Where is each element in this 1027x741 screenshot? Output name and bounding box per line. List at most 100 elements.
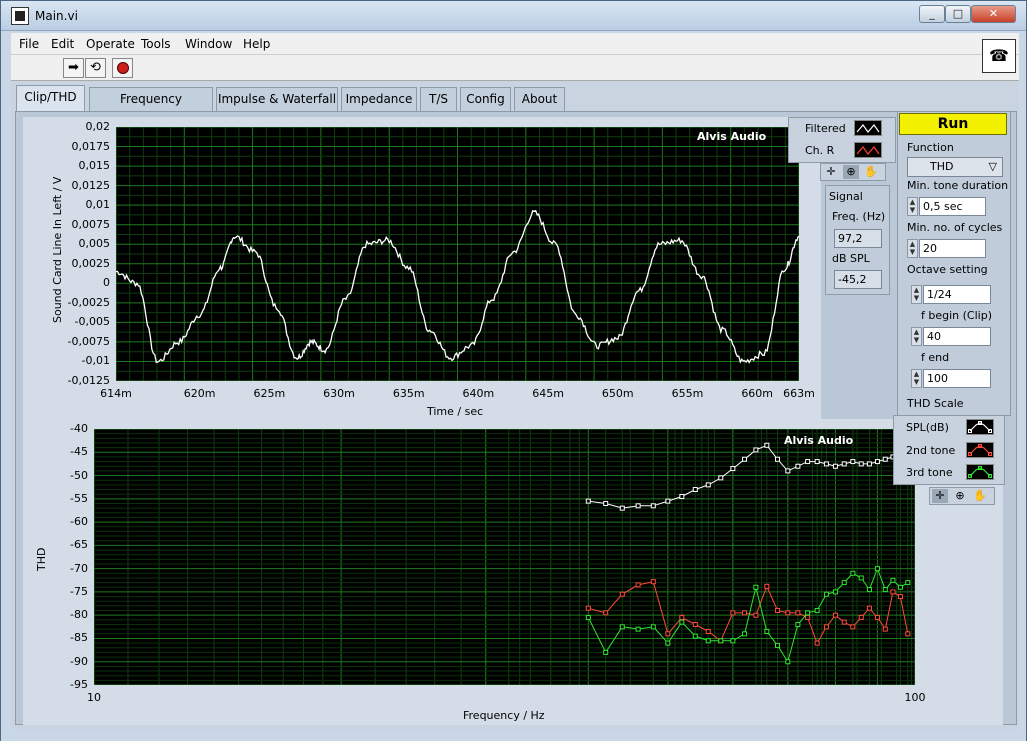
tab-about[interactable]: About	[514, 87, 565, 111]
menu-window[interactable]: Window	[185, 37, 232, 51]
min-tone-spinner[interactable]: ▲ ▼	[907, 197, 918, 216]
tab-frequency-response[interactable]: Frequency Response	[89, 87, 213, 128]
min-cycles-spinner[interactable]: ▲ ▼	[907, 239, 918, 258]
time-ytick-label: -0,0075	[67, 334, 110, 348]
time-graph: Alvis Audio Sound Card Line In Left / V …	[23, 117, 821, 419]
menu-operate[interactable]: Operate	[86, 37, 135, 51]
fbegin-field[interactable]: 40	[923, 327, 991, 346]
series-2nd-tone-point	[850, 624, 856, 630]
legend-filtered-swatch[interactable]	[854, 120, 882, 136]
time-ytick-label: 0,005	[78, 237, 111, 251]
menu-file[interactable]: File	[19, 37, 39, 51]
series-spl-point	[764, 442, 770, 448]
tab-ts[interactable]: T/S	[420, 87, 457, 111]
series-3rd-tone-point	[730, 638, 736, 644]
series-2nd-tone-point	[814, 640, 820, 646]
title-bar: Main.vi _ □ ✕	[1, 1, 1026, 31]
series-3rd-tone-point	[692, 633, 698, 639]
thd-xtick-label: 100	[904, 691, 926, 704]
thd-graph-ylabel: THD	[35, 547, 48, 571]
series-3rd-tone-point	[850, 570, 856, 576]
series-2nd-tone-point	[692, 621, 698, 627]
thd-ytick-label: -45	[70, 445, 88, 459]
series-spl-point	[774, 456, 780, 462]
chevron-down-icon: ▽	[988, 160, 997, 173]
series-spl-point	[823, 461, 829, 467]
time-plot-area[interactable]	[115, 126, 800, 382]
menu-tools[interactable]: Tools	[141, 37, 171, 51]
series-2nd-tone-point	[805, 615, 811, 621]
series-3rd-tone-point	[841, 580, 847, 586]
series-2nd-tone-point	[774, 608, 780, 614]
series-3rd-tone-point	[705, 638, 711, 644]
time-ytick-label: 0,015	[78, 159, 111, 173]
menu-edit[interactable]: Edit	[51, 37, 74, 51]
min-cycles-label: Min. no. of cycles	[907, 221, 1003, 234]
fbegin-spinner[interactable]: ▲ ▼	[911, 327, 922, 346]
min-cycles-field[interactable]: 20	[919, 239, 986, 258]
zoom-icon[interactable]: ⊕	[843, 165, 859, 179]
maximize-button[interactable]: □	[945, 5, 971, 23]
series-spl-point	[742, 456, 748, 462]
tab-impedance[interactable]: Impedance	[341, 87, 417, 111]
thd-xtick-label: 10	[87, 691, 101, 704]
time-ytick-label: -0,0125	[67, 374, 110, 387]
fend-spinner[interactable]: ▲ ▼	[911, 369, 922, 388]
series-2nd-tone-point	[679, 615, 685, 621]
vi-icon: ☎	[982, 39, 1016, 73]
series-2nd-tone-point	[650, 579, 656, 585]
freq-value-field: 97,2	[834, 229, 882, 248]
pan-hand-icon[interactable]: ✋	[863, 165, 879, 179]
series-spl-point	[665, 498, 671, 504]
thd-ytick-label: -95	[70, 678, 88, 691]
menu-help[interactable]: Help	[243, 37, 270, 51]
legend-2nd-swatch[interactable]	[966, 442, 994, 458]
series-2nd-tone-point	[619, 591, 625, 597]
time-xtick-label: 630m	[323, 387, 355, 400]
thd-svg	[93, 428, 916, 686]
series-3rd-tone-point	[795, 621, 801, 627]
series-2nd-tone-point	[897, 594, 903, 600]
legend-3rd-swatch[interactable]	[966, 464, 994, 480]
legend-spl-swatch[interactable]	[966, 419, 994, 435]
function-dropdown[interactable]: THD ▽	[907, 157, 1003, 177]
time-graph-legend: Filtered Ch. R	[788, 117, 896, 163]
run-button[interactable]: Run	[899, 113, 1007, 135]
octave-label: Octave setting	[907, 263, 988, 276]
minimize-button[interactable]: _	[919, 5, 945, 23]
legend-2nd-label: 2nd tone	[906, 444, 956, 457]
time-ytick-label: 0,0125	[71, 178, 111, 192]
series-3rd-tone-point	[603, 649, 609, 655]
series-3rd-tone-point	[823, 591, 829, 597]
series-3rd-tone-point	[785, 659, 791, 665]
tab-config[interactable]: Config	[460, 87, 511, 111]
series-3rd-tone-point	[814, 608, 820, 614]
abort-icon[interactable]	[112, 58, 133, 78]
octave-spinner[interactable]: ▲ ▼	[911, 285, 922, 304]
close-button[interactable]: ✕	[971, 5, 1016, 23]
menu-bar: File Edit Operate Tools Window Help	[11, 33, 1019, 55]
tab-clip-thd[interactable]: Clip/THD	[16, 85, 85, 111]
min-tone-label: Min. tone duration	[907, 179, 1009, 192]
thd-ytick-label: -90	[70, 654, 88, 668]
series-3rd-tone-point	[718, 638, 724, 644]
fend-field[interactable]: 100	[923, 369, 991, 388]
legend-chr-swatch[interactable]	[854, 142, 882, 158]
run-arrow-icon[interactable]: ➡	[63, 58, 84, 78]
min-tone-field[interactable]: 0,5 sec	[919, 197, 986, 216]
tab-impulse-waterfall[interactable]: Impulse & Waterfall	[216, 87, 338, 111]
pan-hand-icon[interactable]: ✋	[972, 489, 988, 503]
time-xtick-label: 655m	[671, 387, 704, 400]
series-2nd-tone-point	[730, 610, 736, 616]
series-spl-point	[850, 459, 856, 465]
zoom-icon[interactable]: ⊕	[952, 489, 968, 503]
series-2nd-tone-point	[866, 605, 872, 611]
thd-ytick-label: -75	[70, 584, 88, 598]
run-continuously-icon[interactable]: ⟲	[85, 58, 106, 78]
series-spl-point	[874, 459, 880, 465]
thd-plot-area[interactable]	[93, 428, 916, 686]
cursor-move-icon[interactable]: ✛	[932, 489, 948, 503]
series-spl-point	[866, 461, 872, 467]
octave-field[interactable]: 1/24	[923, 285, 991, 304]
cursor-move-icon[interactable]: ✛	[823, 165, 839, 179]
